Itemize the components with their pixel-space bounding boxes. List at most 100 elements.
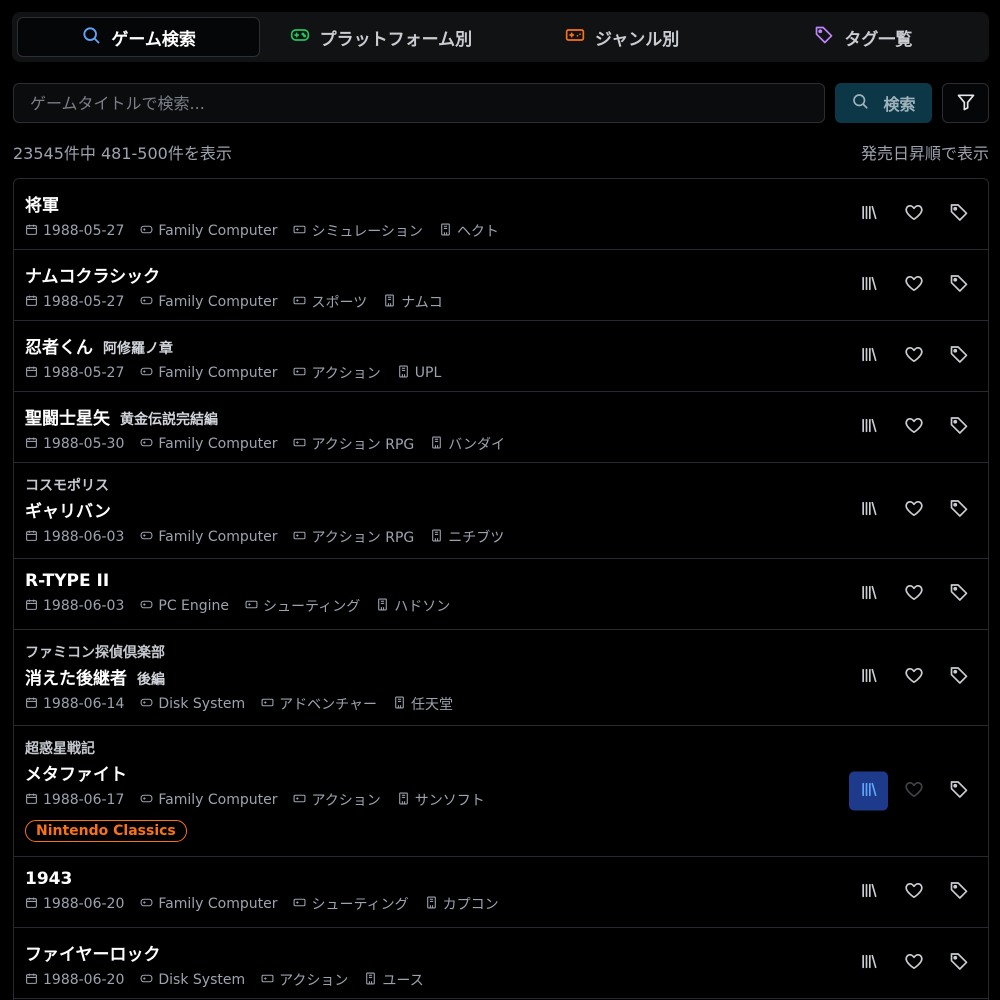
tag-button[interactable] (939, 944, 978, 983)
game-list-item[interactable]: ファミコン探偵倶楽部 消えた後継者 後編 1988-06-14 Disk System ア… (14, 630, 988, 726)
filter-button[interactable] (942, 83, 989, 123)
game-list-item[interactable]: 1943 1988-06-20 Family Computer シューティング カプコン (14, 857, 988, 928)
genre-text: アクション (311, 793, 381, 809)
game-info: ファミコン探偵倶楽部 消えた後継者 後編 1988-06-14 Disk System ア… (25, 630, 977, 714)
release-date-text: 1988-06-03 (43, 529, 125, 545)
favorite-button[interactable] (894, 658, 933, 697)
game-list-item[interactable]: R-TYPE II 1988-06-03 PC Engine シューティング ハドソン (14, 559, 988, 630)
library-button[interactable] (849, 873, 888, 912)
heart-icon (904, 880, 924, 904)
favorite-button[interactable] (894, 408, 933, 447)
tag-button[interactable] (939, 266, 978, 305)
favorite-button[interactable] (894, 266, 933, 305)
favorite-button[interactable] (894, 491, 933, 530)
favorite-button[interactable] (894, 772, 933, 811)
item-actions (849, 491, 978, 530)
release-date-text: 1988-05-30 (43, 436, 125, 452)
platform: Family Computer (140, 294, 277, 311)
game-title[interactable]: 忍者くん (25, 333, 93, 358)
publisher: ヘクト (439, 221, 499, 241)
game-title[interactable]: 消えた後継者 (25, 664, 127, 689)
game-info: ファイヤーロック 1988-06-20 Disk System アクション ユース (25, 928, 977, 990)
tag-button[interactable] (939, 491, 978, 530)
favorite-button[interactable] (894, 195, 933, 234)
search-button[interactable]: 検索 (835, 83, 932, 123)
tab-genre[interactable]: ジャンル別 (502, 17, 743, 57)
game-title[interactable]: 将軍 (25, 191, 59, 216)
game-info: 1943 1988-06-20 Family Computer シューティング カプコン (25, 857, 977, 914)
game-title[interactable]: ファイヤーロック (25, 940, 161, 965)
game-title[interactable]: ナムコクラシック (25, 262, 160, 287)
tab-platform[interactable]: プラットフォーム別 (260, 17, 501, 57)
game-title[interactable]: メタファイト (25, 760, 127, 785)
tag-button[interactable] (939, 575, 978, 614)
tag-button[interactable] (939, 337, 978, 376)
sort-order[interactable]: 発売日昇順で表示 (861, 140, 989, 164)
gamepad-icon (140, 896, 153, 913)
platform-text: Disk System (158, 972, 246, 988)
game-title[interactable]: 聖闘士星矢 (25, 404, 110, 429)
tab-label: プラットフォーム別 (319, 29, 473, 50)
tag-button[interactable] (939, 772, 978, 811)
game-list-item[interactable]: 将軍 1988-05-27 Family Computer シミュレーション ヘクト (14, 179, 988, 250)
game-list-item[interactable]: ナムコクラシック 1988-05-27 Family Computer スポーツ ナムコ (14, 250, 988, 321)
library-button[interactable] (849, 771, 888, 811)
library-button[interactable] (849, 491, 888, 530)
tag-button[interactable] (939, 873, 978, 912)
tab-tags[interactable]: タグ一覧 (743, 17, 984, 57)
calendar-icon (25, 972, 38, 989)
library-button[interactable] (849, 658, 888, 697)
heart-icon (904, 499, 924, 523)
library-button[interactable] (849, 337, 888, 376)
heart-icon (904, 344, 924, 368)
game-list-item[interactable]: コスモポリス ギャリバン 1988-06-03 Family Computer アクショ… (14, 463, 988, 559)
building-icon (393, 696, 406, 713)
library-button[interactable] (849, 575, 888, 614)
genre: アクション (293, 363, 381, 383)
library-icon (859, 666, 879, 690)
tag-button[interactable] (939, 195, 978, 234)
game-title[interactable]: 1943 (25, 869, 72, 889)
game-title[interactable]: R-TYPE II (25, 571, 109, 591)
release-date: 1988-05-27 (25, 365, 124, 382)
tag-button[interactable] (939, 658, 978, 697)
genre-text: シューティング (263, 599, 361, 615)
game-list-item[interactable]: 忍者くん 阿修羅ノ章 1988-05-27 Family Computer アクション U… (14, 321, 988, 392)
game-list-item[interactable]: 聖闘士星矢 黄金伝説完結編 1988-05-30 Family Computer アクシ… (14, 392, 988, 463)
favorite-button[interactable] (894, 575, 933, 614)
tag-badge[interactable]: Nintendo Classics (25, 820, 187, 842)
item-actions (849, 266, 978, 305)
building-icon (430, 529, 443, 546)
result-count: 23545件中 481-500件を表示 (13, 144, 232, 163)
controller-icon (245, 598, 258, 615)
tag-button[interactable] (939, 408, 978, 447)
building-icon (397, 365, 410, 382)
item-actions (849, 408, 978, 447)
publisher-text: ナムコ (401, 295, 443, 311)
game-info: 超惑星戦記 メタファイト 1988-06-17 Family Computer アクショ… (25, 726, 977, 842)
heart-icon (904, 779, 924, 803)
game-title[interactable]: ギャリバン (25, 497, 111, 522)
calendar-icon (25, 792, 38, 809)
publisher: 任天堂 (393, 694, 453, 714)
calendar-icon (25, 436, 38, 453)
favorite-button[interactable] (894, 944, 933, 983)
favorite-button[interactable] (894, 873, 933, 912)
library-button[interactable] (849, 266, 888, 305)
controller-icon (293, 436, 306, 453)
library-button[interactable] (849, 944, 888, 983)
library-button[interactable] (849, 195, 888, 234)
game-meta: 1988-06-03 Family Computer アクション RPG ニチブツ (25, 527, 977, 547)
library-icon (859, 951, 879, 975)
tag-icon (949, 951, 969, 975)
search-input[interactable] (13, 83, 825, 123)
game-info: 忍者くん 阿修羅ノ章 1988-05-27 Family Computer アクション U… (25, 321, 977, 383)
favorite-button[interactable] (894, 337, 933, 376)
game-list-item[interactable]: 超惑星戦記 メタファイト 1988-06-17 Family Computer アクショ… (14, 726, 988, 857)
tab-game-search[interactable]: ゲーム検索 (17, 17, 261, 57)
game-meta: 1988-06-14 Disk System アドベンチャー 任天堂 (25, 694, 977, 714)
publisher-text: 任天堂 (410, 697, 453, 713)
library-button[interactable] (849, 408, 888, 447)
game-list-item[interactable]: ファイヤーロック 1988-06-20 Disk System アクション ユース (14, 928, 988, 999)
search-row: 検索 (13, 83, 989, 123)
